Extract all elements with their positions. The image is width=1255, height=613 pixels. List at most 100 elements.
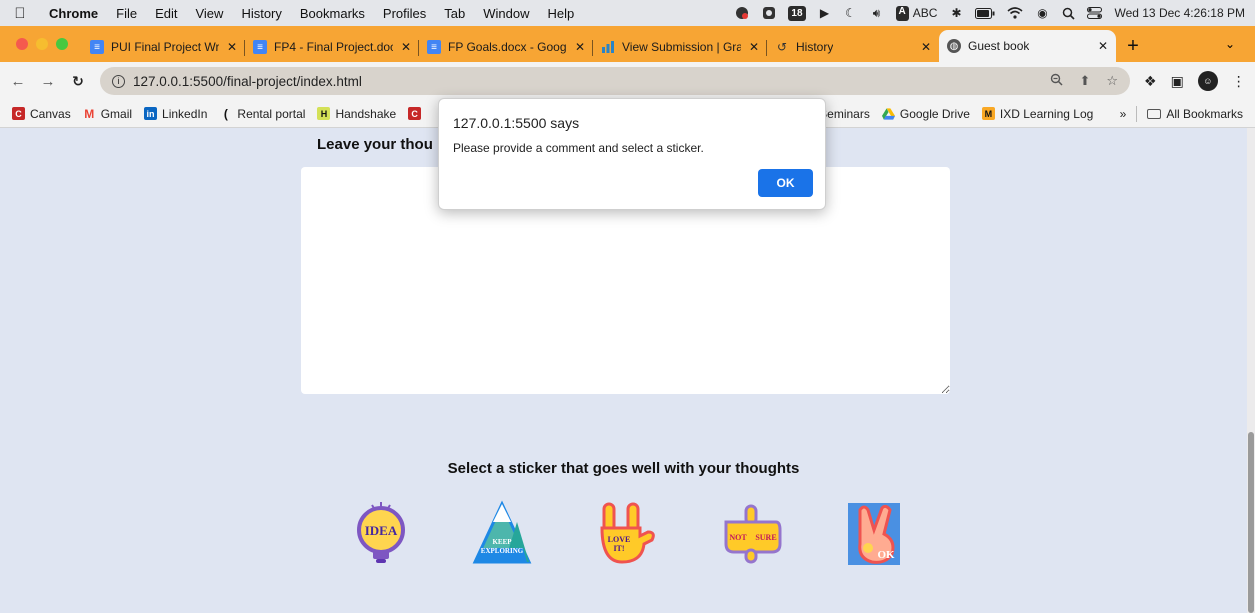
sticker-ok[interactable]: OK	[846, 500, 908, 566]
bookmark-seminars[interactable]: Seminars	[819, 107, 870, 121]
menu-tab[interactable]: Tab	[435, 6, 474, 21]
tab-view-submission[interactable]: View Submission | Grad ✕	[593, 32, 767, 62]
profile-avatar[interactable]: ☺	[1197, 71, 1218, 91]
moon-icon[interactable]: ☾	[844, 5, 858, 21]
zoom-icon[interactable]	[1050, 73, 1063, 89]
menu-window[interactable]: Window	[474, 6, 538, 21]
bookmark-rental-portal[interactable]: ( Rental portal	[219, 106, 306, 121]
ok-button[interactable]: OK	[758, 169, 813, 197]
tab-fp4-final-project[interactable]: ≡ FP4 - Final Project.docx ✕	[245, 32, 419, 62]
calendar-badge-icon[interactable]: 18	[788, 5, 806, 21]
alert-message: Please provide a comment and select a st…	[453, 141, 704, 155]
url-text[interactable]: 127.0.0.1:5500/final-project/index.html	[133, 74, 362, 89]
extensions-icon[interactable]: ❖	[1144, 73, 1157, 90]
sticker-not-sure[interactable]: NOT SURE	[720, 500, 782, 566]
chrome-menu-icon[interactable]: ⋮	[1232, 73, 1246, 90]
side-panel-icon[interactable]: ▣	[1171, 73, 1184, 90]
tab-title: View Submission | Grad	[622, 40, 741, 54]
sticker-love-it[interactable]: LOVE IT!	[594, 500, 656, 566]
menu-help[interactable]: Help	[539, 6, 584, 21]
user-switch-icon[interactable]: ◉	[1035, 5, 1049, 21]
new-tab-button[interactable]: +	[1116, 35, 1150, 58]
site-info-icon[interactable]: i	[112, 74, 125, 88]
menu-view[interactable]: View	[186, 6, 232, 21]
tab-pui-final-project[interactable]: ≡ PUI Final Project Writeu ✕	[82, 32, 245, 62]
menu-edit[interactable]: Edit	[146, 6, 186, 21]
creative-cloud-icon[interactable]	[734, 5, 750, 21]
close-tab-icon[interactable]: ✕	[913, 40, 931, 54]
status-area: 18 ▶︎ ☾ 🔊︎ A ABC ✱ ◉ Wed 13 Dec 4:26:18 …	[734, 5, 1255, 21]
clock[interactable]: Wed 13 Dec 4:26:18 PM	[1114, 5, 1245, 21]
google-drive-icon	[881, 107, 895, 120]
extension-status-icon[interactable]	[762, 5, 776, 21]
all-bookmarks-button[interactable]: All Bookmarks	[1147, 107, 1243, 121]
bookmark-linkedin[interactable]: in LinkedIn	[144, 107, 207, 121]
share-icon[interactable]: ⬆︎	[1079, 73, 1090, 89]
docs-icon: ≡	[427, 40, 441, 54]
bookmark-google-drive[interactable]: Google Drive	[881, 107, 970, 121]
tab-title: FP4 - Final Project.docx	[274, 40, 393, 54]
sticker-keep-exploring[interactable]: KEEP EXPLORING	[471, 500, 533, 566]
tab-title: FP Goals.docx - Google	[448, 40, 567, 54]
wifi-icon[interactable]	[1007, 5, 1023, 21]
spotlight-search-icon[interactable]	[1061, 5, 1075, 21]
zoom-window-button[interactable]	[56, 38, 68, 50]
window-controls	[0, 38, 82, 50]
canvas-icon: C	[12, 107, 25, 120]
menu-history[interactable]: History	[232, 6, 290, 21]
sticker-ok-text: OK	[877, 549, 895, 561]
bookmark-label: LinkedIn	[162, 106, 208, 121]
control-center-icon[interactable]	[1087, 5, 1103, 21]
close-window-button[interactable]	[16, 38, 28, 50]
close-tab-icon[interactable]: ✕	[393, 40, 411, 54]
toolbar-actions: ❖ ▣ ☺ ⋮	[1144, 71, 1246, 91]
address-bar[interactable]: i 127.0.0.1:5500/final-project/index.htm…	[100, 67, 1130, 95]
tab-title: History	[796, 40, 834, 54]
apple-icon[interactable]: 	[0, 5, 40, 22]
tab-guest-book[interactable]: ◍ Guest book ✕	[939, 30, 1116, 62]
docs-icon: ≡	[90, 40, 104, 54]
all-bookmarks-label: All Bookmarks	[1166, 106, 1243, 121]
tab-fp-goals[interactable]: ≡ FP Goals.docx - Google ✕	[419, 32, 593, 62]
bookmark-star-icon[interactable]: ☆	[1106, 73, 1118, 89]
input-source[interactable]: A ABC	[895, 5, 937, 21]
menu-app-name[interactable]: Chrome	[40, 6, 107, 21]
back-button[interactable]: ←	[6, 73, 30, 90]
volume-icon[interactable]: 🔊︎	[870, 5, 884, 21]
forward-button[interactable]: →	[36, 73, 60, 90]
bookmark-ixd-learning-log[interactable]: M IXD Learning Log	[981, 107, 1093, 121]
sticker-idea[interactable]: IDEA	[350, 500, 412, 566]
menu-bookmarks[interactable]: Bookmarks	[291, 6, 374, 21]
bookmarks-divider	[1136, 105, 1138, 122]
sticker-not-text: NOT	[729, 533, 747, 542]
gradescope-icon	[601, 40, 615, 54]
sticker-love-text: LOVE	[608, 535, 631, 544]
page-scrollbar-thumb[interactable]	[1248, 432, 1254, 613]
minimize-window-button[interactable]	[36, 38, 48, 50]
bookmark-gmail[interactable]: M Gmail	[83, 107, 132, 121]
bookmark-canvas[interactable]: C Canvas	[12, 107, 71, 121]
tab-search-icon[interactable]: ⌄	[1225, 37, 1235, 51]
close-tab-icon[interactable]: ✕	[741, 40, 759, 54]
macos-menu-bar:  Chrome File Edit View History Bookmark…	[0, 0, 1255, 26]
input-source-letter: A	[895, 5, 909, 21]
bookmark-handshake[interactable]: H Handshake	[317, 107, 396, 121]
sticker-idea-text: IDEA	[365, 523, 398, 538]
menu-profiles[interactable]: Profiles	[374, 6, 435, 21]
rental-portal-icon: (	[223, 106, 228, 121]
tab-history[interactable]: ↺ History ✕	[767, 32, 939, 62]
reload-button[interactable]: ↻	[66, 73, 90, 90]
bookmark-label: Seminars	[819, 106, 870, 121]
close-tab-icon[interactable]: ✕	[567, 40, 585, 54]
battery-icon[interactable]	[975, 5, 995, 21]
close-tab-icon[interactable]: ✕	[219, 40, 237, 54]
handshake-icon: H	[317, 107, 331, 120]
play-icon[interactable]: ▶︎	[818, 5, 832, 21]
close-tab-icon[interactable]: ✕	[1090, 39, 1108, 53]
bookmark-label: Handshake	[335, 106, 397, 121]
menu-file[interactable]: File	[107, 6, 146, 21]
thoughts-heading: Leave your thou	[317, 136, 433, 153]
bookmarks-overflow-button[interactable]: »	[1120, 107, 1127, 121]
bookmark-canvas-2[interactable]: C	[408, 107, 422, 120]
bluetooth-icon[interactable]: ✱	[949, 5, 963, 21]
